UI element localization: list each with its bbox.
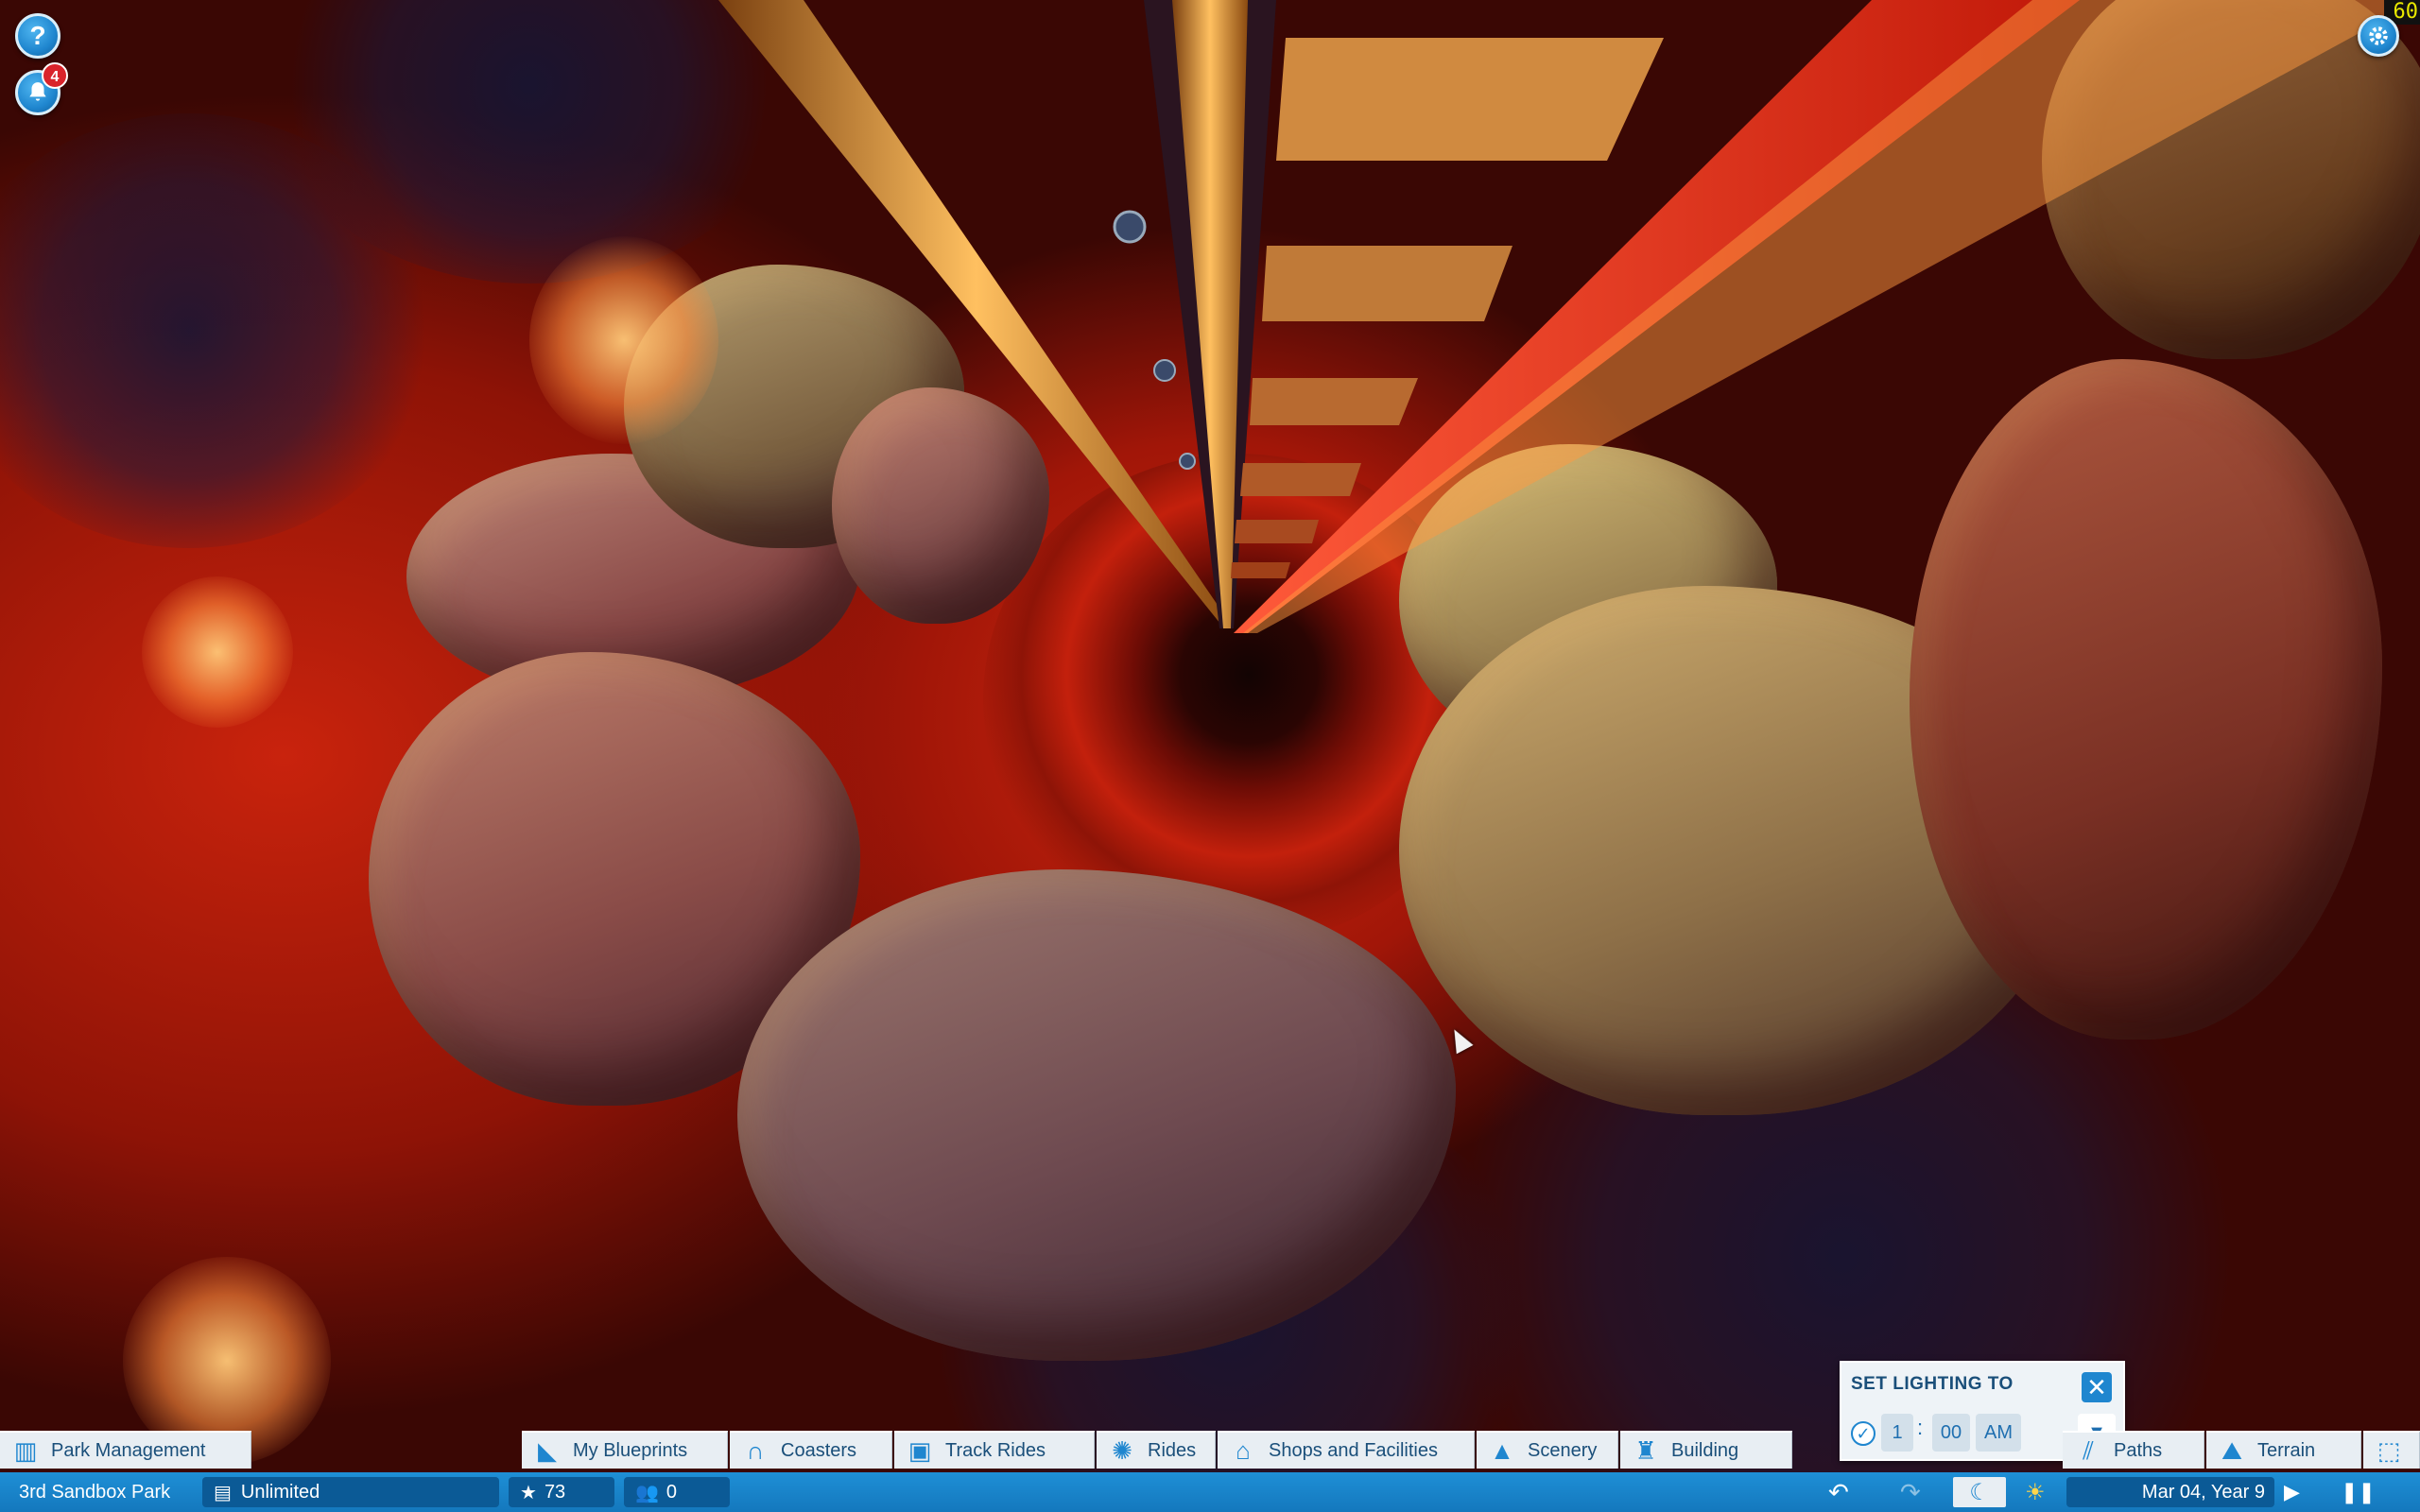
my-blueprints-label: My Blueprints <box>573 1439 688 1461</box>
building-button[interactable]: ♜ Building <box>1620 1431 1792 1469</box>
bolt <box>1179 453 1196 470</box>
shops-facilities-button[interactable]: ⌂ Shops and Facilities <box>1218 1431 1475 1469</box>
cross-tie <box>1235 520 1319 543</box>
gear-icon <box>2369 26 2388 45</box>
redo-icon: ↷ <box>1900 1477 1921 1506</box>
guest-count-value: 0 <box>666 1481 678 1503</box>
play-icon: ▶ <box>2284 1480 2300 1503</box>
park-management-label: Park Management <box>51 1439 206 1461</box>
guests-icon: 👥 <box>635 1482 659 1503</box>
moon-sun-icon: ☾ <box>1969 1479 1990 1505</box>
bolt <box>1113 210 1147 244</box>
track-rides-button[interactable]: ▣ Track Rides <box>894 1431 1095 1469</box>
cross-tie <box>1240 463 1361 496</box>
cross-tie <box>1262 246 1512 321</box>
status-bar: 3rd Sandbox Park ▤ Unlimited ★ 73 👥 0 ↶ … <box>0 1472 2420 1512</box>
lighting-panel-title: SET LIGHTING TO <box>1851 1374 2014 1394</box>
shops-facilities-label: Shops and Facilities <box>1269 1439 1438 1461</box>
rides-label: Rides <box>1148 1439 1197 1461</box>
help-button[interactable]: ? <box>15 13 60 59</box>
cross-tie <box>1250 378 1418 425</box>
selection-icon: ⬚ <box>2377 1436 2401 1465</box>
paths-label: Paths <box>2114 1439 2163 1461</box>
track-rides-label: Track Rides <box>945 1439 1046 1461</box>
close-button[interactable]: ✕ <box>2082 1372 2112 1402</box>
coasters-button[interactable]: ∩ Coasters <box>730 1431 892 1469</box>
selection-button[interactable]: ⬚ <box>2363 1431 2420 1469</box>
castle-icon: ♜ <box>1634 1436 1657 1465</box>
cross-tie <box>1231 562 1290 578</box>
settings-button[interactable] <box>2358 15 2399 57</box>
paths-button[interactable]: ⫽ Paths <box>2063 1431 2204 1469</box>
sun-icon: ☀ <box>2025 1479 2046 1505</box>
coaster-icon: ∩ <box>746 1436 765 1465</box>
date-display: Mar 04, Year 9 <box>2066 1477 2274 1507</box>
building-label: Building <box>1671 1439 1739 1461</box>
star-icon: ★ <box>520 1482 537 1503</box>
park-rating-display[interactable]: ★ 73 <box>509 1477 614 1507</box>
game-viewport[interactable] <box>0 0 2420 1512</box>
question-icon: ? <box>29 21 46 50</box>
train-icon: ▣ <box>908 1436 932 1465</box>
close-icon: ✕ <box>2086 1373 2107 1401</box>
date-value: Mar 04, Year 9 <box>2141 1481 2265 1503</box>
terrain-button[interactable]: ⛰ Terrain <box>2206 1431 2361 1469</box>
ferris-wheel-icon: ✺ <box>1112 1436 1132 1465</box>
rides-button[interactable]: ✺ Rides <box>1097 1431 1216 1469</box>
park-management-button[interactable]: ▥ Park Management <box>0 1431 251 1469</box>
guest-count-display[interactable]: 👥 0 <box>624 1477 730 1507</box>
notification-count-badge: 4 <box>42 62 68 89</box>
money-icon: ▤ <box>214 1482 232 1503</box>
terrain-label: Terrain <box>2257 1439 2316 1461</box>
park-name[interactable]: 3rd Sandbox Park <box>19 1477 170 1507</box>
weather-button[interactable]: ☀ <box>2025 1477 2046 1507</box>
tree-icon: ▲ <box>1490 1436 1514 1465</box>
blueprint-icon: ◣ <box>538 1436 557 1465</box>
park-rating-value: 73 <box>544 1481 566 1503</box>
mountain-icon: ⛰ <box>2221 1436 2242 1465</box>
day-night-toggle[interactable]: ☾ <box>1953 1477 2006 1507</box>
main-toolbar: ▥ Park Management ◣ My Blueprints ∩ Coas… <box>0 1431 2420 1470</box>
redo-button[interactable]: ↷ <box>1900 1477 1921 1507</box>
path-icon: ⫽ <box>2083 1436 2094 1465</box>
pause-icon: ❚❚ <box>2341 1480 2376 1503</box>
coaster-track <box>718 0 2420 633</box>
undo-icon: ↶ <box>1828 1477 1849 1506</box>
my-blueprints-button[interactable]: ◣ My Blueprints <box>522 1431 728 1469</box>
cross-tie <box>1276 38 1664 161</box>
money-value: Unlimited <box>240 1481 320 1503</box>
bolt <box>1153 359 1176 382</box>
money-display[interactable]: ▤ Unlimited <box>202 1477 499 1507</box>
coasters-label: Coasters <box>781 1439 857 1461</box>
clipboard-icon: ▥ <box>13 1436 38 1465</box>
scenery-button[interactable]: ▲ Scenery <box>1477 1431 1618 1469</box>
undo-button[interactable]: ↶ <box>1828 1477 1849 1507</box>
play-speed-button[interactable]: ▶ <box>2284 1477 2300 1507</box>
scenery-label: Scenery <box>1528 1439 1598 1461</box>
pause-button[interactable]: ❚❚ <box>2341 1477 2376 1507</box>
shop-icon: ⌂ <box>1236 1436 1251 1465</box>
